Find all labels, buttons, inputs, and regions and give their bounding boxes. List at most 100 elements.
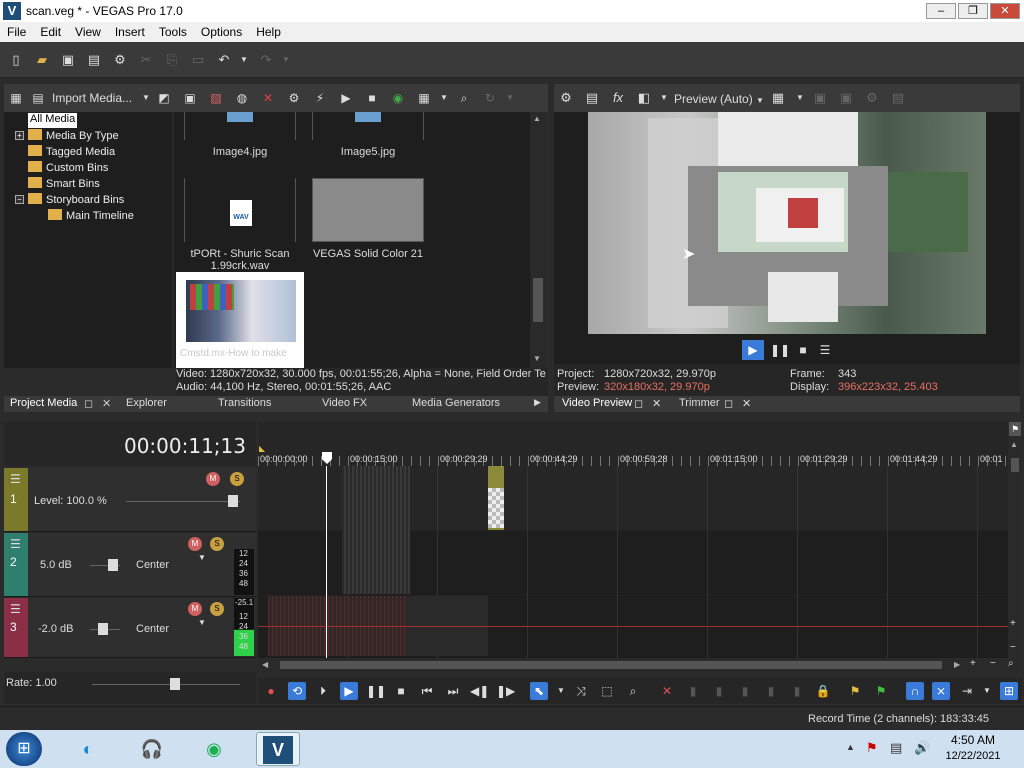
capture-icon[interactable]: ◩	[156, 90, 172, 106]
menu-help[interactable]: Help	[249, 22, 288, 39]
edit-tool-dropdown-icon[interactable]: ▼	[552, 682, 570, 700]
level-slider[interactable]	[126, 501, 240, 502]
insert-marker-icon[interactable]: ⚑	[846, 682, 864, 700]
tree-item-all-media[interactable]: All Media	[28, 113, 78, 128]
undo-icon[interactable]: ↶	[216, 52, 232, 68]
next-frame-icon[interactable]: ❚▶	[496, 682, 515, 700]
zoom-in-icon[interactable]: +	[1010, 618, 1016, 629]
media-thumb-solid-color[interactable]	[312, 178, 424, 242]
tab-media-generators[interactable]: Media Generators	[412, 397, 500, 409]
save-as-icon[interactable]: ▤	[86, 52, 102, 68]
pan-dropdown-icon[interactable]: ▼	[198, 618, 206, 627]
track-2-header[interactable]: ☰ 2 M S 5.0 dB Center ▼ 12 24 36 48	[4, 533, 256, 597]
tab-video-fx[interactable]: Video FX	[322, 397, 367, 409]
media-fx-icon[interactable]: ⚡	[312, 90, 328, 106]
redo-icon[interactable]: ↷	[258, 52, 274, 68]
refresh-dropdown-icon[interactable]: ▼	[502, 90, 518, 106]
split-dropdown-icon[interactable]: ▼	[656, 90, 672, 106]
rate-slider-thumb[interactable]	[170, 678, 180, 690]
menu-view[interactable]: View	[68, 22, 108, 39]
tree-item-media-by-type[interactable]: + Media By Type	[15, 129, 119, 144]
search-icon[interactable]: ⌕	[456, 90, 472, 106]
collapse-icon[interactable]: −	[15, 195, 24, 204]
track-menu-icon[interactable]: ☰	[10, 602, 21, 616]
copy-snapshot-icon[interactable]: ▣	[812, 90, 828, 106]
volume-slider-thumb[interactable]	[108, 559, 118, 571]
mute-icon[interactable]: M	[206, 472, 220, 486]
get-media-icon[interactable]: ▣	[182, 90, 198, 106]
tree-item-custom-bins[interactable]: Custom Bins	[28, 161, 108, 176]
scroll-right-icon[interactable]: ▶	[954, 660, 960, 669]
zoom-out-horizontal-icon[interactable]: −	[990, 658, 996, 669]
scroll-left-icon[interactable]: ◀	[262, 660, 268, 669]
go-to-end-icon[interactable]: ⏭	[444, 682, 462, 700]
play-media-icon[interactable]: ▶	[338, 90, 354, 106]
media-properties-icon[interactable]: ⚙	[286, 90, 302, 106]
insert-region-icon[interactable]: ⚑	[872, 682, 890, 700]
preview-settings-icon[interactable]: ▤	[890, 90, 906, 106]
level-slider-thumb[interactable]	[228, 495, 238, 507]
overlays-dropdown-icon[interactable]: ▼	[792, 90, 808, 106]
loop-playback-icon[interactable]: ⟲	[288, 682, 306, 700]
views-dropdown-icon[interactable]: ▼	[436, 90, 452, 106]
ripple-icon[interactable]: ▮	[788, 682, 806, 700]
media-thumb-wav[interactable]: WAV	[184, 178, 296, 242]
import-media-button[interactable]: Import Media...	[52, 91, 132, 105]
zoom-in-horizontal-icon[interactable]: +	[970, 658, 976, 669]
action-center-icon[interactable]: ⚑	[866, 740, 878, 756]
web-icon[interactable]: ◍	[234, 90, 250, 106]
maximize-button[interactable]: ❐	[958, 3, 988, 19]
tab-project-media-close-icon[interactable]: ✕	[102, 397, 111, 410]
tab-transitions[interactable]: Transitions	[218, 397, 271, 409]
scroll-down-icon[interactable]: ▼	[533, 354, 541, 363]
overlays-grid-icon[interactable]: ▦	[770, 90, 786, 106]
cut-icon[interactable]: ✂	[138, 52, 154, 68]
play-from-start-icon[interactable]: ⏵	[314, 682, 332, 700]
menu-insert[interactable]: Insert	[108, 22, 152, 39]
play-button[interactable]: ▶	[340, 682, 358, 700]
trim-end-icon[interactable]: ▮	[736, 682, 754, 700]
volume-icon[interactable]: 🔊	[914, 740, 930, 756]
video-event-clip[interactable]	[342, 466, 410, 594]
network-icon[interactable]: ▤	[890, 740, 902, 756]
preview-properties-gear-icon[interactable]: ⚙	[558, 90, 574, 106]
clock-date[interactable]: 12/22/2021	[940, 750, 1006, 762]
tab-video-preview[interactable]: Video Preview	[562, 397, 632, 409]
zoom-selection-tool-icon[interactable]: ⌕	[624, 682, 642, 700]
mute-icon[interactable]: M	[188, 602, 202, 616]
pause-button[interactable]: ❚❚	[366, 682, 386, 700]
undo-dropdown-icon[interactable]: ▼	[236, 52, 252, 68]
solo-icon[interactable]: S	[230, 472, 244, 486]
previous-frame-icon[interactable]: ◀❚	[470, 682, 489, 700]
tab-trimmer-undock-icon[interactable]: ◻	[724, 397, 733, 410]
preview-play-button[interactable]: ▶	[742, 340, 764, 360]
spotify-icon[interactable]: ◉	[192, 732, 236, 766]
media-thumb-image5[interactable]	[312, 112, 424, 140]
clock-time[interactable]: 4:50 AM	[944, 733, 1002, 747]
media-thumb-selected-video[interactable]: Cmstd.mx-How to make	[176, 272, 304, 368]
preview-quality-select[interactable]: Preview (Auto) ▼	[674, 92, 764, 106]
menu-edit[interactable]: Edit	[33, 22, 68, 39]
ripple-edit-icon[interactable]: ⇥	[958, 682, 976, 700]
import-dropdown-icon[interactable]: ▼	[138, 90, 154, 106]
tab-trimmer-close-icon[interactable]: ✕	[742, 397, 751, 410]
new-file-icon[interactable]: ▯	[8, 52, 24, 68]
properties-gear-icon[interactable]: ⚙	[112, 52, 128, 68]
vegas-taskbar-icon[interactable]: V	[256, 732, 300, 766]
tree-item-storyboard-bins[interactable]: − Storyboard Bins	[15, 193, 124, 208]
lock-icon[interactable]: 🔒	[814, 682, 832, 700]
zoom-out-icon[interactable]: −	[1010, 642, 1016, 653]
track-1-header[interactable]: ☰ 1 M S Level: 100.0 %	[4, 468, 256, 532]
save-icon[interactable]: ▣	[60, 52, 76, 68]
video-preview-area[interactable]: ➤	[554, 112, 1020, 336]
preview-pause-button[interactable]: ❚❚	[770, 340, 790, 360]
delete-icon[interactable]: ✕	[658, 682, 676, 700]
track-menu-icon[interactable]: ☰	[10, 537, 21, 551]
minimize-button[interactable]: ‒	[926, 3, 956, 19]
show-hidden-icons-icon[interactable]: ▲	[846, 742, 855, 752]
paste-icon[interactable]: ▭	[190, 52, 206, 68]
views-icon[interactable]: ▦	[416, 90, 432, 106]
tab-video-preview-undock-icon[interactable]: ◻	[634, 397, 643, 410]
go-to-start-icon[interactable]: ⏮	[418, 682, 436, 700]
panel-menu-icon[interactable]: ▦	[8, 90, 24, 106]
